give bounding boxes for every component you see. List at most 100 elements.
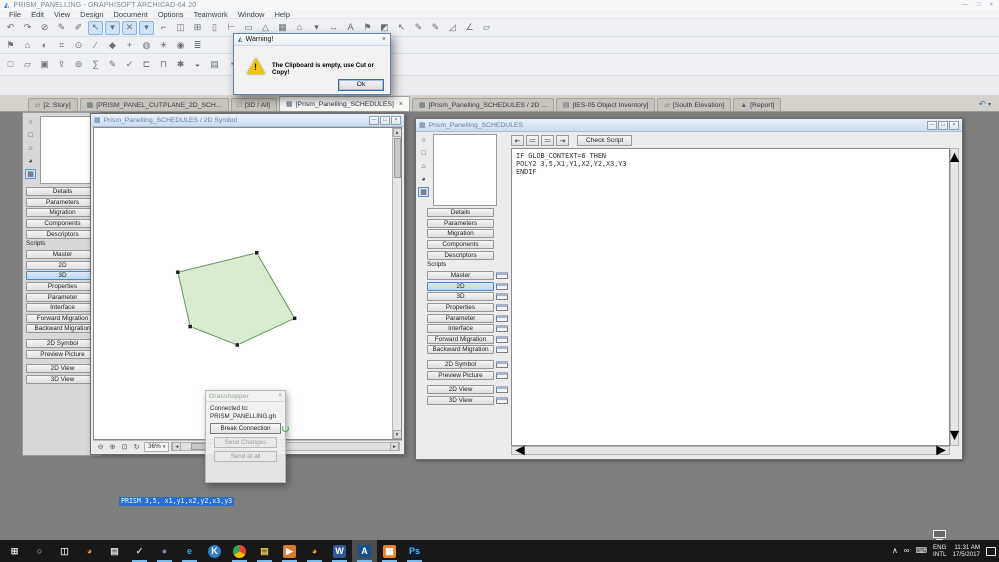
edge-icon[interactable]: e: [177, 540, 202, 562]
search-button[interactable]: ○: [27, 540, 52, 562]
undo-icon[interactable]: ↶: [3, 21, 18, 35]
window-close-button[interactable]: ×: [949, 120, 959, 130]
scroll-right-icon[interactable]: ►: [933, 442, 949, 460]
window-tool[interactable]: ⊞: [190, 21, 205, 35]
break-connection-button[interactable]: Break Connection: [210, 423, 289, 434]
ruler-icon[interactable]: ⊏: [139, 58, 154, 72]
sidebar-item-interface[interactable]: Interface: [26, 303, 99, 313]
firefox-icon[interactable]: ◕: [77, 540, 102, 562]
window-toggle[interactable]: [496, 272, 508, 280]
language-indicator[interactable]: ENG INTL: [933, 544, 946, 558]
profile-icon[interactable]: ⊓: [156, 58, 171, 72]
sidebar-item-interface[interactable]: Interface: [427, 324, 508, 334]
sidebar-item-descriptors[interactable]: Descriptors: [26, 229, 99, 239]
scroll-left-icon[interactable]: ◄: [172, 442, 182, 451]
angle-icon[interactable]: ∠: [462, 21, 477, 35]
close-button[interactable]: ×: [989, 2, 993, 8]
guide-lines-icon[interactable]: ∕: [88, 38, 103, 52]
slope-icon[interactable]: ◿: [445, 21, 460, 35]
window-maximize-button[interactable]: □: [938, 120, 948, 130]
coordinates-icon[interactable]: +: [122, 38, 137, 52]
word-icon[interactable]: W: [327, 540, 352, 562]
send-all-button[interactable]: Send at all: [214, 451, 277, 462]
menu-file[interactable]: File: [4, 10, 26, 19]
sidebar-item-preview-picture[interactable]: Preview Picture: [427, 370, 508, 380]
scroll-down-icon[interactable]: ▼: [392, 430, 401, 439]
window-toggle[interactable]: [496, 346, 508, 354]
zoom-out-icon[interactable]: ⊖: [95, 442, 106, 452]
menu-options[interactable]: Options: [153, 10, 189, 19]
pick-up-parameters-icon[interactable]: ✎: [54, 21, 69, 35]
tab-history-button[interactable]: ↶ ▾: [978, 99, 991, 110]
window-toggle[interactable]: [496, 282, 508, 290]
fit-in-window-icon[interactable]: ⊡: [119, 442, 130, 452]
globe-icon[interactable]: ◍: [139, 38, 154, 52]
tab-close-icon[interactable]: ×: [397, 101, 403, 108]
calendar-app-icon[interactable]: ▦: [377, 540, 402, 562]
sidebar-item-details[interactable]: Details: [26, 187, 99, 197]
tray-chevron-icon[interactable]: ∧: [892, 547, 898, 555]
script-editor[interactable]: IF GLOB_CONTEXT=6 THEN POLY2 3,5,X1,Y1,X2…: [511, 148, 950, 446]
window-toggle[interactable]: [496, 304, 508, 312]
sidebar-item-migration[interactable]: Migration: [26, 208, 99, 218]
layers-icon[interactable]: ≣: [190, 38, 205, 52]
chrome-icon[interactable]: [227, 540, 252, 562]
tab-south-elevation[interactable]: ▱ [South Elevation]: [657, 98, 732, 111]
ok-button[interactable]: Ok: [338, 79, 384, 91]
refresh-icon[interactable]: ↻: [131, 442, 142, 452]
purple-app-icon[interactable]: ●: [152, 540, 177, 562]
window-toggle[interactable]: [496, 293, 508, 301]
save-icon[interactable]: ▣: [37, 58, 52, 72]
menu-design[interactable]: Design: [75, 10, 108, 19]
grid-editor-icon[interactable]: ▦: [418, 187, 429, 197]
gravity-icon[interactable]: ⊙: [71, 38, 86, 52]
magic-wand-icon[interactable]: ✱: [173, 58, 188, 72]
dialog-close-icon[interactable]: ×: [382, 36, 386, 43]
indent-icon[interactable]: ≔: [526, 135, 539, 146]
arrow-tool[interactable]: ↖: [88, 20, 103, 35]
sun-icon[interactable]: ☀: [156, 38, 171, 52]
publish-icon[interactable]: ⇪: [54, 58, 69, 72]
sidebar-item-migration[interactable]: Migration: [427, 229, 508, 239]
k-app-icon[interactable]: K: [202, 540, 227, 562]
lamp-icon[interactable]: ⌂: [25, 143, 36, 153]
sidebar-item-parameters[interactable]: Parameters: [26, 197, 99, 208]
window-toggle[interactable]: [496, 386, 508, 394]
scroll-right-icon[interactable]: ►: [390, 442, 399, 451]
sidebar-item-backward-migration[interactable]: Backward Migration: [427, 345, 508, 355]
camera-icon[interactable]: ◉: [173, 38, 188, 52]
scroll-up-icon[interactable]: ▲: [947, 149, 963, 167]
grid-snap-icon[interactable]: ⌗: [54, 38, 69, 52]
tab-3d-all[interactable]: □ [3D / All]: [230, 98, 278, 111]
send-changes-button[interactable]: Send Changes: [214, 437, 277, 448]
suspend-groups-icon[interactable]: ⊘: [37, 21, 52, 35]
window-minimize-button[interactable]: —: [927, 120, 937, 130]
sidebar-item-3d-view[interactable]: 3D View: [427, 395, 508, 406]
window-toggle[interactable]: [496, 314, 508, 322]
start-button[interactable]: ⊞: [2, 540, 27, 562]
sidebar-item-master[interactable]: Master: [427, 271, 508, 281]
trace-reference-icon[interactable]: ◐: [37, 38, 52, 52]
scripts-section-label[interactable]: Scripts: [26, 240, 99, 249]
minimize-button[interactable]: —: [962, 2, 968, 8]
menu-document[interactable]: Document: [109, 10, 153, 19]
wall-tool[interactable]: ⌐: [156, 21, 171, 35]
sidebar-item-parameter[interactable]: Parameter: [26, 292, 99, 302]
marquee-tool[interactable]: ✕: [122, 20, 137, 35]
sidebar-item-parameters[interactable]: Parameters: [427, 218, 508, 229]
sidebar-item-2d-view[interactable]: 2D View: [427, 385, 508, 395]
markup-icon[interactable]: ✎: [105, 58, 120, 72]
tab-2-story[interactable]: ▱ [2. Story]: [28, 98, 78, 111]
outdent-icon[interactable]: ≕: [541, 135, 554, 146]
inject-parameters-icon[interactable]: ✐: [71, 21, 86, 35]
pencil-black-icon[interactable]: ✎: [411, 21, 426, 35]
sidebar-item-details[interactable]: Details: [427, 208, 508, 218]
globe-icon[interactable]: ◕: [25, 156, 36, 166]
review-icon[interactable]: ✓: [122, 58, 137, 72]
window-toggle[interactable]: [496, 335, 508, 343]
sidebar-item-2d-symbol[interactable]: 2D Symbol: [427, 360, 508, 370]
firefox-nightly-icon[interactable]: ◕: [302, 540, 327, 562]
trace-icon[interactable]: ◒: [190, 58, 205, 72]
clock[interactable]: 11:31 AM 17/5/2017: [952, 544, 980, 558]
rectangle-icon[interactable]: □: [418, 148, 429, 158]
